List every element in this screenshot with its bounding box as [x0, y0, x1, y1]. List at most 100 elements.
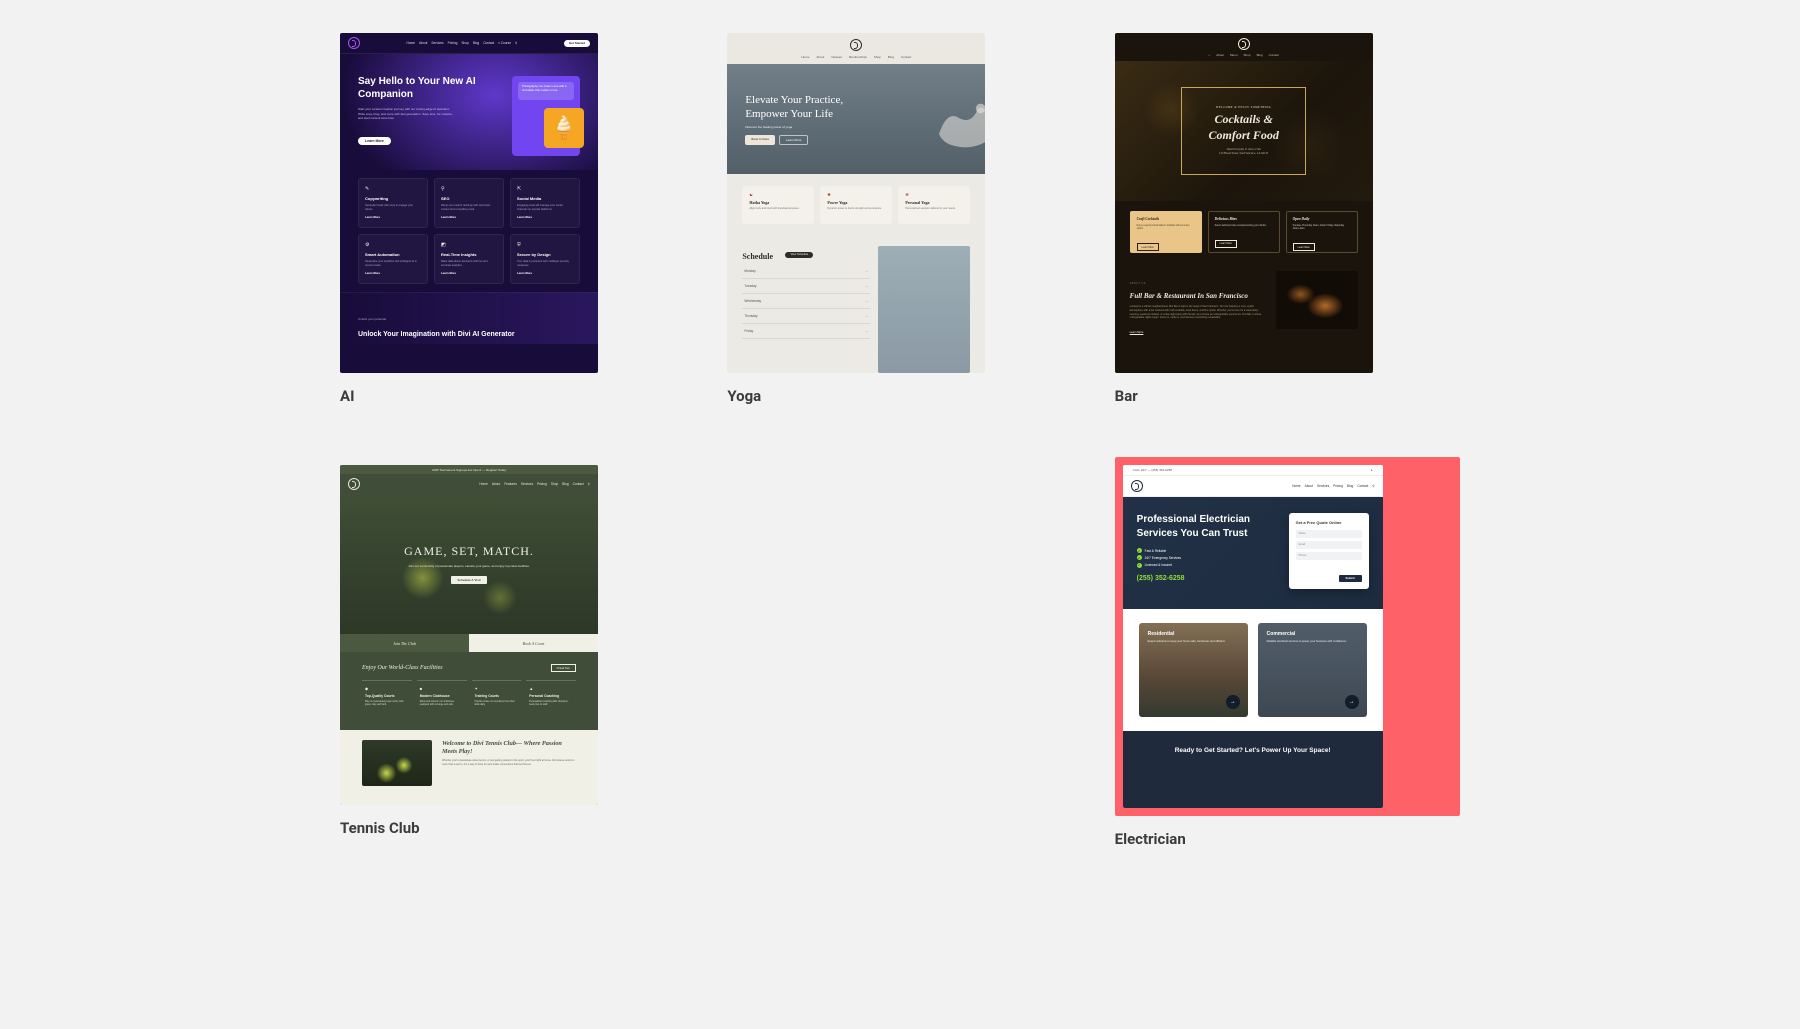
feature-grid: ✎CopywritingGenerate hooks with copy to … [340, 170, 598, 292]
view-schedule-chip: View Schedule [785, 252, 813, 258]
hero-button: Schedule A Visit [451, 576, 486, 584]
nav-cta-button: Get Started [564, 40, 590, 47]
feature-tile: ⛨Secure by DesignYour data is protected … [510, 234, 580, 284]
thumb-nav: HomeAboutClassesMembershipsShopBlogConta… [727, 53, 985, 64]
learn-more-link: Learn More [1130, 331, 1144, 334]
feature-tile: ⚙Smart AutomationStreamline your workflo… [358, 234, 428, 284]
email-field: Email [1296, 541, 1362, 549]
template-item-bar[interactable]: ⌂AboutMenuShopBlogContact Welcome & Enjo… [1115, 33, 1460, 405]
schedule-day: Thursday— [742, 309, 870, 324]
tab-join: Join The Club [340, 634, 469, 652]
selection-highlight: CALL 24/7 — (255) 352-6258▸ HomeAboutSer… [1115, 457, 1460, 816]
phone-field: Phone [1296, 552, 1362, 560]
hero: Welcome & Enjoy Something Cocktails &Com… [1115, 61, 1373, 201]
name-field: Name [1296, 530, 1362, 538]
service-cards: ResidentialExpert solutions to keep your… [1123, 609, 1383, 731]
thumbnail-tennis: 2025 Tournament Signups Are Open! — Regi… [340, 465, 598, 805]
facilities: Enjoy Our World-Class Facilities Virtual… [340, 652, 598, 730]
hero-button-primary: Book A Class [745, 135, 775, 145]
thumbnail-yoga: HomeAboutClassesMembershipsShopBlogConta… [727, 33, 985, 373]
schedule-day: Friday— [742, 324, 870, 339]
announcement-bar: 2025 Tournament Signups Are Open! — Regi… [340, 465, 598, 474]
template-item-yoga[interactable]: HomeAboutClassesMembershipsShopBlogConta… [727, 33, 1072, 405]
feature-tile: ⚲SEORamp your search rankings with optim… [434, 178, 504, 228]
info-chip: Open DailySunday–Thursday 11am–12am Frid… [1286, 211, 1358, 253]
template-item-electrician[interactable]: CALL 24/7 — (255) 352-6258▸ HomeAboutSer… [1115, 457, 1460, 848]
hero: Game, Set, Match. Join our community of … [340, 494, 598, 634]
thumb-nav: ⌂AboutMenuShopBlogContact [1115, 52, 1373, 61]
welcome: Welcome to Divi Tennis Club— Where Passi… [340, 730, 598, 805]
class-card: ✺Power YogaDynamic poses to boost streng… [820, 186, 892, 224]
schedule: Schedule View Schedule Monday—Tuesday—We… [727, 236, 985, 373]
feature-item: ✓Fast & Reliable [1137, 548, 1279, 553]
thumbnail-electrician: CALL 24/7 — (255) 352-6258▸ HomeAboutSer… [1123, 465, 1383, 808]
hero-frame: Welcome & Enjoy Something Cocktails &Com… [1181, 87, 1305, 175]
schedule-day: Monday— [742, 264, 870, 279]
thumbnail-bar: ⌂AboutMenuShopBlogContact Welcome & Enjo… [1115, 33, 1373, 373]
caption: AI [340, 387, 685, 405]
about-image [1276, 271, 1358, 329]
topbar: CALL 24/7 — (255) 352-6258▸ [1123, 465, 1383, 476]
arrow-icon: → [1226, 695, 1240, 709]
virtual-tour-button: Virtual Tour [551, 664, 577, 672]
hero-title: Professional Electrician Services You Ca… [1137, 513, 1279, 540]
nav-links: HomeAboutServicesPricingShopBlogContact▾… [407, 41, 518, 45]
caption: Tennis Club [340, 819, 685, 837]
facility-cell: ▲Personal CoachingPersonalized coaching … [526, 680, 576, 730]
hero: Professional Electrician Services You Ca… [1123, 497, 1383, 609]
divi-logo-icon [1238, 38, 1250, 50]
cta-tabs: Join The Club Book A Court [340, 634, 598, 652]
hero-title: Game, Set, Match. [404, 544, 534, 559]
check-icon: ✓ [1137, 555, 1142, 560]
facility-cell: ◆Top-Quality CourtsPlay on meticulously … [362, 680, 412, 730]
hero-card: Photography: ice cream cone with a choco… [512, 76, 580, 156]
hero: Say Hello to Your New AI Companion Start… [340, 54, 598, 170]
welcome-image [362, 740, 432, 786]
hero-copy: Start your content creation journey with… [358, 107, 454, 121]
hero: Elevate Your Practice,Empower Your Life … [727, 64, 985, 174]
info-chip: Craft CocktailsEnjoy expertly handcrafte… [1130, 211, 1202, 253]
feature-tile: ✎CopywritingGenerate hooks with copy to … [358, 178, 428, 228]
info-chip: Delicious BitesSavor delicious bites com… [1208, 211, 1280, 253]
hero-title: Say Hello to Your New AI Companion [358, 76, 502, 101]
schedule-day: Tuesday— [742, 279, 870, 294]
divi-logo-icon [1131, 480, 1143, 492]
card-residential: ResidentialExpert solutions to keep your… [1139, 623, 1248, 717]
schedule-image [878, 246, 970, 373]
feature-item: ✓24/7 Emergency Services [1137, 555, 1279, 560]
about: About Us Full Bar & Restaurant In San Fr… [1115, 263, 1373, 342]
caption: Bar [1115, 387, 1460, 405]
template-item-tennis[interactable]: 2025 Tournament Signups Are Open! — Regi… [340, 465, 685, 848]
submit-button: Submit [1339, 575, 1362, 582]
check-icon: ✓ [1137, 563, 1142, 568]
card-commercial: CommercialReliable electrical services t… [1258, 623, 1367, 717]
check-icon: ✓ [1137, 548, 1142, 553]
facility-cell: ■Modern ClubhouseRelax and refuel in our… [417, 680, 467, 730]
feature-tile: ⇱Social MediaEngaging posts will manage … [510, 178, 580, 228]
ice-cream-icon: 🍦 [544, 108, 584, 148]
quote-form: Get a Free Quote Online Name Email Phone… [1289, 513, 1369, 589]
thumb-nav: HomeAboutFeaturesServicesPricingShopBlog… [340, 474, 598, 494]
hero-title: Cocktails &Comfort Food [1208, 112, 1278, 143]
thumb-nav: HomeAboutServicesPricingBlogContact⚲ [1123, 476, 1383, 497]
chip-row: Craft CocktailsEnjoy expertly handcrafte… [1115, 201, 1373, 263]
hero-features: ✓Fast & Reliable ✓24/7 Emergency Services… [1137, 548, 1279, 568]
tab-book: Book A Court [469, 634, 598, 652]
class-card: ❁Personal YogaPersonalized sessions tail… [898, 186, 970, 224]
feature-tile: ◩Real-Time InsightsMake data-driven deci… [434, 234, 504, 284]
thumb-nav: HomeAboutServicesPricingShopBlogContact▾… [340, 33, 598, 54]
template-item-ai[interactable]: HomeAboutServicesPricingShopBlogContact▾… [340, 33, 685, 405]
class-cards: ☯Hatha YogaAlign body and mind with foun… [727, 174, 985, 236]
hero-button-secondary: Learn More [779, 135, 808, 145]
phone-number: (255) 352-6258 [1137, 575, 1279, 582]
divi-logo-icon [348, 478, 360, 490]
band: Unlock your potential Unlock Your Imagin… [340, 292, 598, 344]
schedule-day: Wednesday— [742, 294, 870, 309]
hero-button: Learn More [358, 137, 391, 145]
divi-logo-icon [348, 37, 360, 49]
feature-item: ✓Licensed & Insured [1137, 563, 1279, 568]
class-card: ☯Hatha YogaAlign body and mind with foun… [742, 186, 814, 224]
caption: Electrician [1115, 830, 1460, 848]
divi-logo-icon [850, 39, 862, 51]
caption: Yoga [727, 387, 1072, 405]
